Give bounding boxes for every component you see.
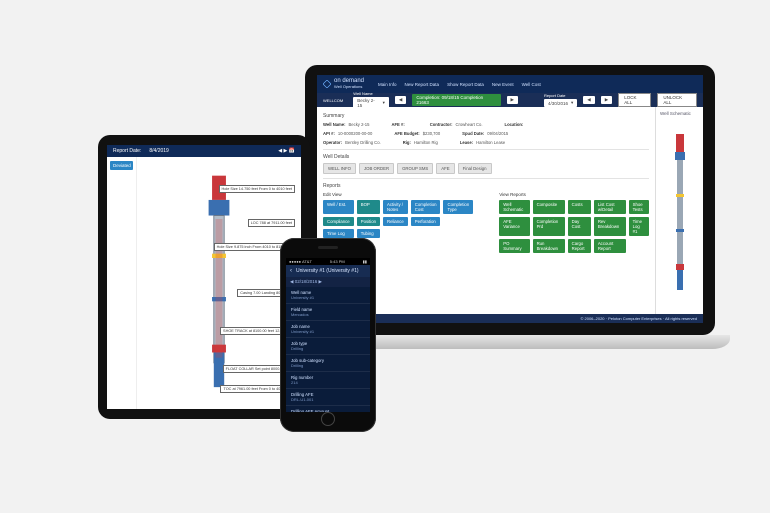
- next-nav[interactable]: ▶: [507, 96, 518, 104]
- tab[interactable]: WELL INFO: [323, 163, 356, 174]
- reportdate-label: Report Date: [544, 93, 577, 98]
- control-bar: WELLCOM Well Name Becky 2-15 ▾ ◀ Complet…: [317, 93, 703, 107]
- wellname-label: Well Name: [353, 91, 389, 96]
- report-btn[interactable]: Well Schematic: [499, 200, 529, 214]
- report-btn[interactable]: Activity / Notes: [383, 200, 408, 214]
- edit-view-title: Edit View: [323, 192, 473, 197]
- tab[interactable]: AFE: [436, 163, 454, 174]
- phone-title: University #1 (University #1): [296, 268, 359, 274]
- list-item[interactable]: Rig number214: [286, 372, 370, 389]
- reports-title: Reports: [323, 183, 649, 189]
- prev-nav[interactable]: ◀: [395, 96, 406, 104]
- welldetails-title: Well Details: [323, 154, 649, 160]
- report-btn[interactable]: Completion Prd: [533, 217, 565, 236]
- next-nav[interactable]: ▶: [601, 96, 612, 104]
- report-btn[interactable]: Well / Est.: [323, 200, 354, 214]
- report-btn[interactable]: BOP: [357, 200, 380, 214]
- report-btn[interactable]: Rev Breakdown: [594, 217, 626, 236]
- callout: Hole Size 14.750 feet From 0 to 4010 fee…: [219, 185, 296, 193]
- lock-all-button[interactable]: LOCK ALL: [618, 93, 651, 107]
- right-panel: Well Schematic: [655, 107, 703, 314]
- tablet-left-panel: Deviated: [107, 157, 137, 409]
- view-reports-col: View Reports Well Schematic Composite Co…: [499, 192, 649, 253]
- report-btn[interactable]: Completion Type: [443, 200, 473, 214]
- phone-screen: ●●●●● AT&T 5:43 PM ▮▮ ‹ University #1 (U…: [286, 258, 370, 412]
- view-reports-title: View Reports: [499, 192, 649, 197]
- menu-item[interactable]: Well Cost: [522, 82, 541, 87]
- report-btn[interactable]: PO Summary: [499, 239, 529, 253]
- report-btn[interactable]: Perforation: [411, 217, 441, 226]
- tablet-device: Report Date: 8/4/2019 ◀ ▶ 📅 Deviated: [98, 135, 310, 419]
- deviated-button[interactable]: Deviated: [110, 161, 133, 170]
- report-btn[interactable]: Tubing: [357, 229, 380, 238]
- report-btn[interactable]: AFE Variance: [499, 217, 529, 236]
- phone-status-bar: ●●●●● AT&T 5:43 PM ▮▮: [286, 258, 370, 265]
- well-schematic-title: Well Schematic: [660, 111, 691, 116]
- report-btn[interactable]: Day Cost: [568, 217, 591, 236]
- completion-pill[interactable]: Completion: 09/18/15 Completion 21663: [412, 94, 500, 106]
- tab[interactable]: Final Design: [458, 163, 492, 174]
- list-item[interactable]: Job nameUniversity #1: [286, 321, 370, 338]
- report-btn[interactable]: Costs: [568, 200, 591, 214]
- well-schematic-mini: [670, 118, 690, 310]
- report-btn[interactable]: Compliance: [323, 217, 354, 226]
- tab[interactable]: JOB ORDER: [359, 163, 394, 174]
- report-btn[interactable]: Composite: [533, 200, 565, 214]
- phone-date-bar[interactable]: ◀ 02/18/2016 ▶: [286, 277, 370, 287]
- report-btn[interactable]: Time Log: [323, 229, 354, 238]
- list-item[interactable]: Job typeDrilling: [286, 338, 370, 355]
- phone-device: ●●●●● AT&T 5:43 PM ▮▮ ‹ University #1 (U…: [280, 238, 376, 432]
- report-btn[interactable]: Time Log #1: [629, 217, 649, 236]
- menu-item[interactable]: New Report Data: [405, 82, 440, 87]
- tablet-schematic[interactable]: Hole Size 14.750 feet From 0 to 4010 fee…: [137, 157, 301, 409]
- back-icon[interactable]: ‹: [290, 268, 292, 274]
- list-item[interactable]: Drilling AFEDRL-U1-001: [286, 389, 370, 406]
- welldetails-tabs: WELL INFO JOB ORDER GROUP SMS AFE Final …: [323, 163, 649, 174]
- callout: LOC 788 at 7911.00 feet: [248, 219, 295, 227]
- tablet-reportdate-value: 8/4/2019: [149, 148, 168, 154]
- list-item[interactable]: Drilling AFE Amount: [286, 406, 370, 412]
- brand-logo: on demand Well Operations: [323, 78, 364, 90]
- menu-item[interactable]: Show Report Data: [447, 82, 484, 87]
- tablet-reportdate-label: Report Date:: [113, 148, 141, 154]
- wellcom-label: WELLCOM: [323, 98, 343, 103]
- unlock-all-button[interactable]: UNLOCK ALL: [657, 93, 697, 107]
- tab[interactable]: GROUP SMS: [397, 163, 433, 174]
- chevron-down-icon: ▾: [571, 100, 573, 106]
- list-item[interactable]: Well nameUniversity #1: [286, 287, 370, 304]
- report-btn[interactable]: Position: [357, 217, 380, 226]
- chevron-down-icon: ▾: [383, 100, 385, 106]
- brand-sub: Well Operations: [334, 84, 362, 89]
- menu-item[interactable]: Main Info: [378, 82, 397, 87]
- prev-nav[interactable]: ◀: [583, 96, 594, 104]
- tablet-screen: Report Date: 8/4/2019 ◀ ▶ 📅 Deviated: [107, 145, 301, 409]
- list-item[interactable]: Job sub-categoryDrilling: [286, 355, 370, 372]
- report-btn[interactable]: Reliance: [383, 217, 408, 226]
- report-btn[interactable]: Cargo Report: [568, 239, 591, 253]
- report-btn[interactable]: List Cost w/Detail: [594, 200, 626, 214]
- report-btn[interactable]: Completion Cost: [411, 200, 441, 214]
- reportdate-select[interactable]: 4/30/2016 ▾: [544, 99, 577, 107]
- top-menu: Main Info New Report Data Show Report Da…: [378, 82, 541, 87]
- phone-title-bar: ‹ University #1 (University #1): [286, 265, 370, 277]
- report-btn[interactable]: Run Breakdown: [533, 239, 565, 253]
- list-item[interactable]: Field nameMercados: [286, 304, 370, 321]
- report-btn[interactable]: Shoe Tests: [629, 200, 649, 214]
- menu-item[interactable]: New Event: [492, 82, 514, 87]
- tablet-header: Report Date: 8/4/2019 ◀ ▶ 📅: [107, 145, 301, 157]
- report-btn[interactable]: Account Report: [594, 239, 626, 253]
- summary-title: Summary: [323, 113, 649, 119]
